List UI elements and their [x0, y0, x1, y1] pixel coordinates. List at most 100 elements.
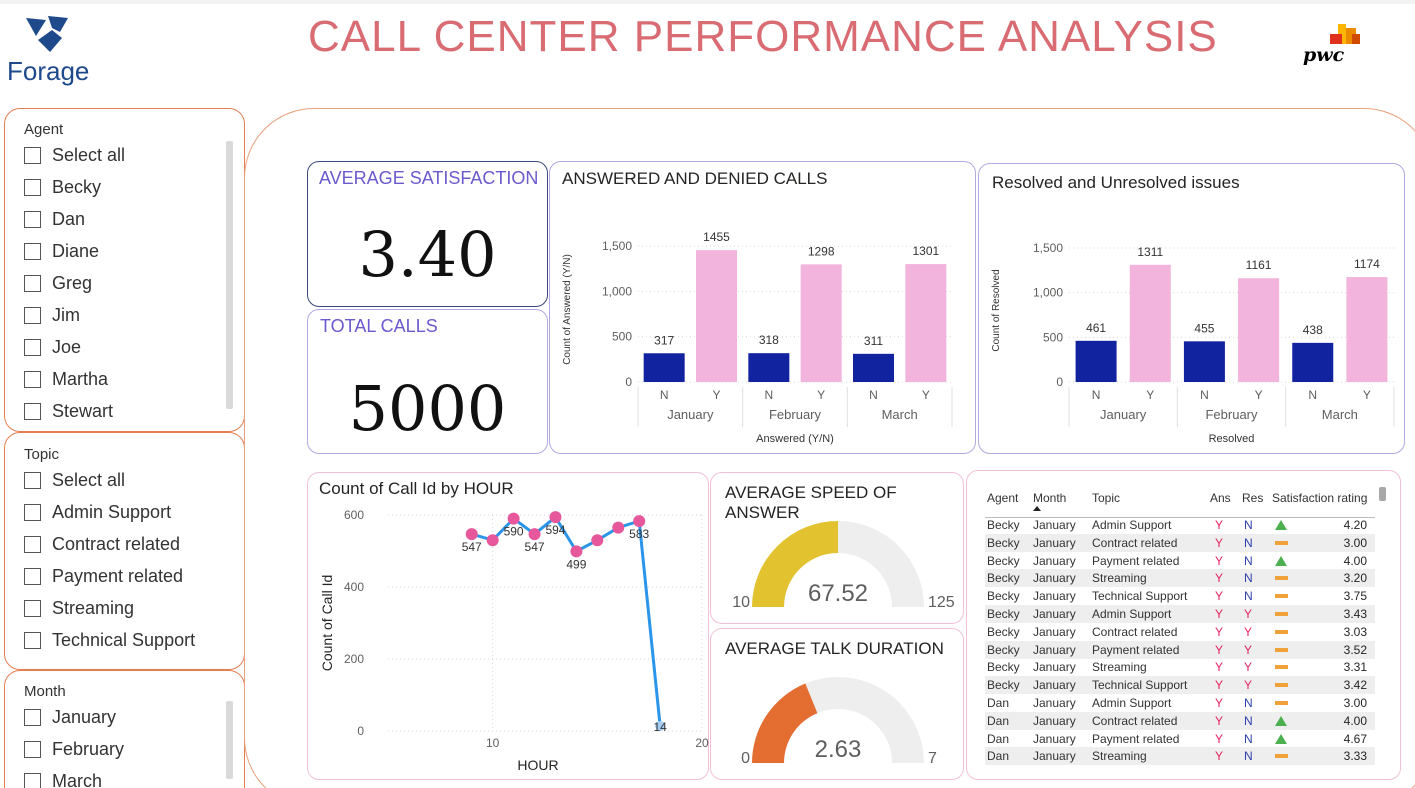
cell-agent: Becky [987, 571, 1020, 586]
resolved-chart-card[interactable]: Resolved and Unresolved issues 0 500 1,000… [978, 163, 1405, 454]
agent-slicer-title: Agent [24, 121, 64, 138]
cell-res: Y [1244, 660, 1253, 675]
table-header-satisfaction-rating[interactable]: Satisfaction rating [1272, 491, 1367, 505]
hourly-point[interactable] [549, 511, 562, 524]
checkbox-icon[interactable] [24, 600, 41, 617]
checkbox-icon[interactable] [24, 339, 41, 356]
table-scrollbar-thumb[interactable] [1379, 487, 1386, 501]
cell-rating: 3.33 [1343, 749, 1367, 764]
table-row[interactable]: Becky January Payment related Y Y 3.52 [985, 640, 1375, 659]
answered-chart-card[interactable]: ANSWERED AND DENIED CALLS 0 500 1,000 1,500… [549, 161, 976, 454]
topic-option-select-all[interactable]: Select all [24, 470, 125, 491]
checkbox-icon[interactable] [24, 632, 41, 649]
checkbox-icon[interactable] [24, 403, 41, 420]
agent-option-becky[interactable]: Becky [24, 177, 101, 198]
month-option-march[interactable]: March [24, 771, 102, 788]
x-axis-title: HOUR [517, 757, 558, 773]
agent-option-joe[interactable]: Joe [24, 337, 81, 358]
hourly-point[interactable] [465, 528, 478, 541]
table-row[interactable]: Becky January Technical Support Y Y 3.42 [985, 676, 1375, 695]
speed-gauge-card[interactable]: AVERAGE SPEED OF ANSWER 67.52 10 125 [710, 472, 964, 624]
bar-february-y[interactable] [1238, 278, 1280, 382]
agent-slicer: Agent Select all Becky Dan Diane Greg Jim Joe M… [4, 108, 245, 432]
checkbox-icon[interactable] [24, 275, 41, 292]
checkbox-icon[interactable] [24, 211, 41, 228]
agent-option-jim[interactable]: Jim [24, 305, 80, 326]
table-row[interactable]: Becky January Streaming Y N 3.20 [985, 569, 1375, 588]
hourly-point[interactable] [486, 534, 499, 547]
checkbox-icon[interactable] [24, 179, 41, 196]
table-row[interactable]: Dan January Payment related Y N 4.67 [985, 730, 1375, 748]
table-row[interactable]: Becky January Payment related Y N 4.00 [985, 552, 1375, 570]
table-row[interactable]: Becky January Contract related Y N 3.00 [985, 533, 1375, 552]
agent-option-stewart[interactable]: Stewart [24, 401, 113, 422]
bar-february-n[interactable] [1183, 341, 1225, 382]
checkbox-icon[interactable] [24, 741, 41, 758]
hourly-point[interactable] [570, 545, 583, 558]
checkbox-icon[interactable] [24, 147, 41, 164]
bar-january-n[interactable] [1075, 340, 1117, 382]
hourly-series-line[interactable] [471, 514, 662, 727]
agent-option-greg[interactable]: Greg [24, 273, 92, 294]
checkbox-icon[interactable] [24, 536, 41, 553]
checkbox-icon[interactable] [24, 243, 41, 260]
bar-march-n[interactable] [853, 353, 894, 382]
bar-march-n[interactable] [1292, 342, 1334, 382]
table-header-res[interactable]: Res [1242, 491, 1263, 505]
bar-january-y[interactable] [696, 250, 737, 382]
table-header-month[interactable]: Month [1033, 491, 1066, 505]
bar-data-label: 438 [1303, 323, 1323, 337]
table-row[interactable]: Dan January Streaming Y N 3.33 [985, 747, 1375, 766]
topic-option-payment-related[interactable]: Payment related [24, 566, 183, 587]
checkbox-icon[interactable] [24, 307, 41, 324]
table-header-topic[interactable]: Topic [1092, 491, 1120, 505]
bar-january-n[interactable] [643, 353, 685, 382]
hourly-chart-card[interactable]: Count of Call Id by HOUR 0 200 400 600 10 20 5… [307, 472, 709, 780]
checkbox-icon[interactable] [24, 504, 41, 521]
table-header-agent[interactable]: Agent [987, 491, 1018, 505]
table-row[interactable]: Dan January Admin Support Y N 3.00 [985, 694, 1375, 712]
checkbox-icon[interactable] [24, 472, 41, 489]
checkbox-icon[interactable] [24, 371, 41, 388]
cell-ans: Y [1215, 589, 1224, 604]
agent-option-martha[interactable]: Martha [24, 369, 108, 390]
month-option-february[interactable]: February [24, 739, 124, 760]
agent-slicer-scrollbar[interactable] [226, 141, 233, 409]
talk-gauge-card[interactable]: AVERAGE TALK DURATION 2.63 0 7 [710, 628, 964, 780]
hourly-point[interactable] [591, 534, 604, 547]
topic-option-streaming[interactable]: Streaming [24, 598, 134, 619]
topic-option-admin-support[interactable]: Admin Support [24, 502, 171, 523]
table-header-ans[interactable]: Ans [1210, 491, 1231, 505]
month-option-january[interactable]: January [24, 707, 116, 728]
avg-satisfaction-card[interactable]: AVERAGE SATISFACTION 3.40 [307, 161, 548, 307]
hourly-point[interactable] [528, 528, 541, 541]
bar-february-n[interactable] [748, 353, 790, 382]
y-tick-label: 1,000 [602, 284, 632, 298]
checkbox-icon[interactable] [24, 773, 41, 788]
agent-option-diane[interactable]: Diane [24, 241, 99, 262]
cell-rating: 3.42 [1343, 678, 1367, 693]
checkbox-icon[interactable] [24, 568, 41, 585]
agent-option-select-all[interactable]: Select all [24, 145, 125, 166]
bar-january-y[interactable] [1129, 264, 1171, 382]
hourly-point[interactable] [633, 515, 646, 528]
hourly-point[interactable] [507, 512, 520, 525]
total-calls-label: TOTAL CALLS [320, 316, 438, 336]
bar-march-y[interactable] [905, 264, 947, 382]
topic-option-contract-related[interactable]: Contract related [24, 534, 180, 555]
topic-option-technical-support[interactable]: Technical Support [24, 630, 195, 651]
table-row[interactable]: Becky January Streaming Y Y 3.31 [985, 658, 1375, 676]
bar-february-y[interactable] [800, 264, 842, 382]
table-row[interactable]: Becky January Technical Support Y N 3.75 [985, 587, 1375, 605]
agent-option-dan[interactable]: Dan [24, 209, 85, 230]
bar-march-y[interactable] [1346, 277, 1388, 382]
table-row[interactable]: Becky January Admin Support Y N 4.20 [985, 516, 1375, 534]
checkbox-icon[interactable] [24, 709, 41, 726]
detail-table[interactable]: Agent Month Topic Ans Res Satisfaction rating… [985, 487, 1377, 769]
month-slicer-scrollbar[interactable] [226, 701, 233, 779]
table-row[interactable]: Dan January Contract related Y N 4.00 [985, 711, 1375, 730]
total-calls-card[interactable]: TOTAL CALLS 5000 [307, 309, 548, 454]
table-row[interactable]: Becky January Contract related Y Y 3.03 [985, 623, 1375, 641]
hourly-point[interactable] [612, 521, 625, 534]
table-row[interactable]: Becky January Admin Support Y Y 3.43 [985, 605, 1375, 623]
